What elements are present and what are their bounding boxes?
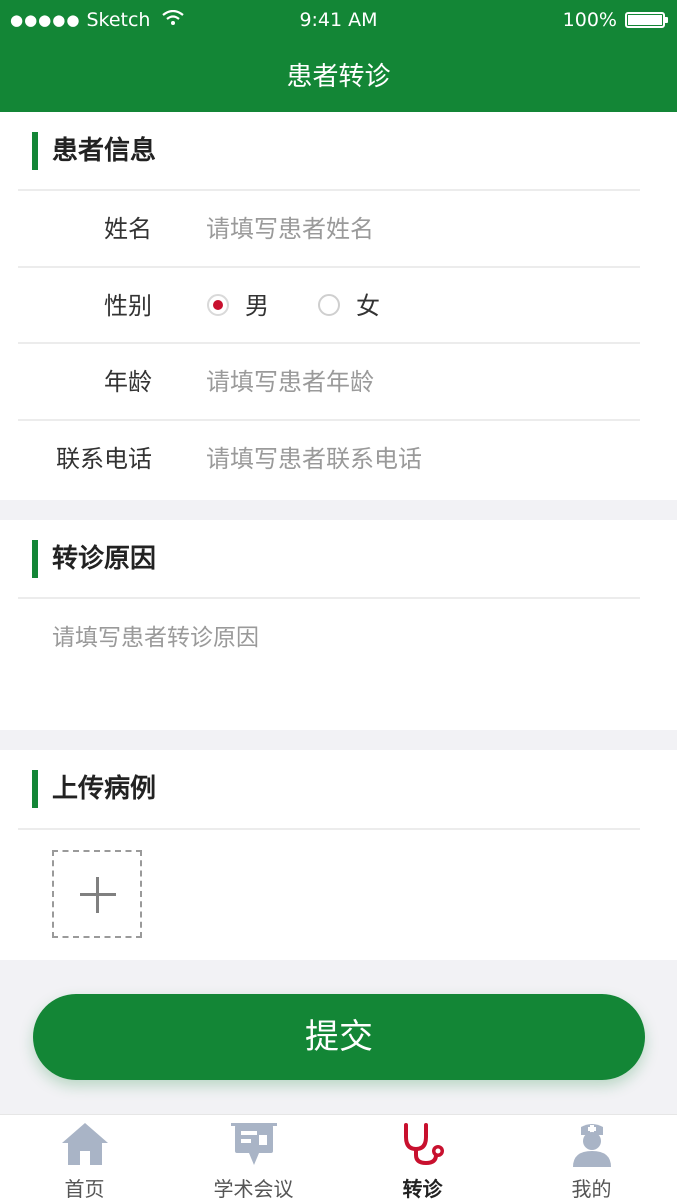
referral-reason-header: 转诊原因 [0, 520, 677, 598]
presentation-board-icon [230, 1123, 277, 1165]
age-label: 年龄 [104, 368, 152, 396]
section-accent-bar [32, 540, 38, 578]
tab-home-label: 首页 [64, 1177, 105, 1201]
upload-records-card: 上传病例 [0, 750, 677, 960]
tab-home[interactable]: 首页 [0, 1115, 169, 1202]
tab-profile-label: 我的 [571, 1177, 612, 1201]
patient-info-card: 患者信息 姓名 请填写患者姓名 性别 男 女 年龄 请填写患者年龄 联系电话 请… [0, 112, 677, 500]
upload-records-header: 上传病例 [0, 750, 677, 828]
referral-reason-card: 转诊原因 请填写患者转诊原因 [0, 520, 677, 730]
age-input[interactable]: 请填写患者年龄 [206, 344, 374, 420]
nurse-avatar-icon [572, 1124, 611, 1167]
gender-male-label[interactable]: 男 [245, 268, 269, 344]
status-right: 100% [562, 9, 668, 31]
phone-label: 联系电话 [56, 445, 152, 473]
page-title: 患者转诊 [286, 62, 391, 92]
bottom-tab-bar: 首页 学术会议 转诊 我的 [0, 1114, 677, 1202]
home-icon [61, 1123, 108, 1165]
section-accent-bar [32, 770, 38, 808]
tab-profile[interactable]: 我的 [507, 1115, 676, 1202]
divider [18, 828, 640, 830]
name-row: 姓名 请填写患者姓名 [0, 191, 677, 265]
name-input[interactable]: 请填写患者姓名 [206, 191, 374, 267]
battery-percent: 100% [562, 9, 617, 31]
battery-icon [625, 12, 668, 28]
gender-male-radio[interactable] [207, 294, 229, 316]
patient-info-header: 患者信息 [0, 112, 677, 190]
gender-female-label[interactable]: 女 [356, 268, 380, 344]
referral-reason-title: 转诊原因 [52, 544, 157, 574]
tab-referral-label: 转诊 [402, 1177, 443, 1201]
name-label: 姓名 [104, 215, 152, 243]
gender-label: 性别 [104, 292, 152, 320]
referral-reason-input[interactable]: 请填写患者转诊原因 [52, 618, 259, 652]
add-record-button[interactable] [52, 850, 142, 938]
tab-referral[interactable]: 转诊 [338, 1115, 507, 1202]
divider [18, 597, 640, 599]
tab-conference-label: 学术会议 [213, 1177, 294, 1201]
phone-row: 联系电话 请填写患者联系电话 [0, 421, 677, 495]
upload-records-title: 上传病例 [52, 774, 157, 804]
section-accent-bar [32, 132, 38, 170]
stethoscope-icon [403, 1123, 444, 1166]
gender-row: 性别 男 女 [0, 268, 677, 342]
phone-input[interactable]: 请填写患者联系电话 [206, 421, 422, 497]
patient-info-title: 患者信息 [52, 136, 157, 166]
submit-button[interactable]: 提交 [33, 994, 645, 1080]
status-bar: ●●●●● Sketch 9:41 AM 100% [0, 0, 677, 40]
tab-conference[interactable]: 学术会议 [169, 1115, 338, 1202]
gender-female-radio[interactable] [318, 294, 340, 316]
age-row: 年龄 请填写患者年龄 [0, 344, 677, 418]
top-app-bar: ●●●●● Sketch 9:41 AM 100% 患者转诊 [0, 0, 677, 112]
plus-icon [96, 877, 99, 913]
